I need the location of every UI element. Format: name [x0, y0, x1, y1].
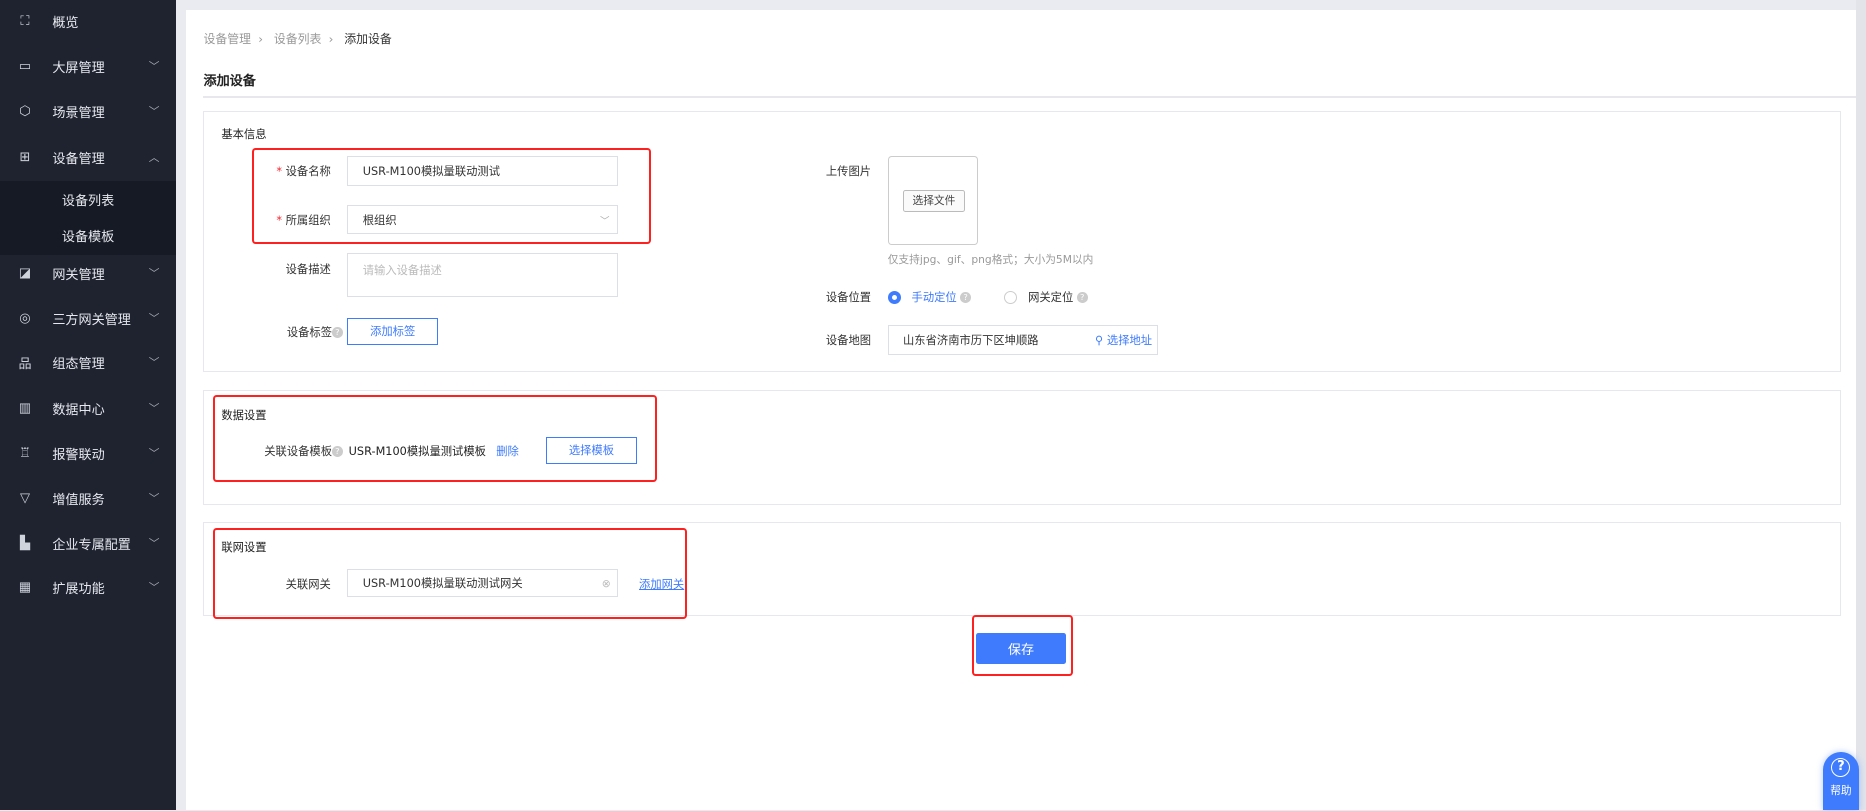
sidebar-item-label: 三方网关管理 — [52, 313, 131, 329]
sidebar-item-value-added[interactable]: ▽ 增值服务 ﹀ — [0, 481, 176, 517]
chevron-down-icon: ﹀ — [148, 356, 160, 370]
add-tag-button[interactable]: 添加标签 — [347, 317, 438, 346]
annotation-box — [972, 615, 1074, 676]
gateway-icon: ◪ — [18, 266, 32, 282]
sidebar-item-third-party-gateway[interactable]: ◎ 三方网关管理 ﹀ — [0, 301, 176, 337]
enterprise-icon: ▙ — [19, 536, 31, 552]
question-icon: ? — [1831, 758, 1851, 778]
radio-gateway[interactable] — [1004, 290, 1018, 304]
device-icon: ⊞ — [19, 149, 31, 165]
map-label: 设备地图 — [825, 334, 872, 347]
breadcrumb-current: 添加设备 — [344, 31, 392, 46]
sidebar-item-label: 数据中心 — [52, 402, 105, 418]
sidebar: ⛶ 概览 ▭ 大屏管理 ﹀ ⬡ 场景管理 ﹀ ⊞ 设备管理 ︿ ◪ 网关管理 ﹀ ◎ 三方网关管理 ﹀ 品 组态管理… — [0, 0, 177, 811]
radio-manual-label[interactable]: 手动定位 — [912, 289, 957, 305]
choose-file-button[interactable]: 选择文件 — [903, 190, 965, 212]
sidebar-item-configuration[interactable]: 品 组态管理 ﹀ — [0, 345, 176, 381]
screen-icon: ▭ — [18, 59, 32, 75]
sidebar-item-label: 概览 — [52, 15, 79, 31]
third-party-gateway-icon: ◎ — [19, 311, 31, 327]
help-icon[interactable]: ? — [1076, 291, 1088, 303]
location-radio-group: 手动定位 ? 网关定位 ? — [887, 289, 1088, 305]
radio-gateway-label[interactable]: 网关定位 — [1028, 289, 1073, 305]
sidebar-subitem-device-template[interactable]: 设备模板 — [62, 226, 114, 245]
map-address-input[interactable]: 山东省济南市历下区坤顺路 ⚲ 选择地址 — [887, 324, 1158, 355]
upload-hint: 仅支持jpg、gif、png格式；大小为5M以内 — [887, 253, 1094, 267]
chevron-down-icon: ﹀ — [148, 492, 160, 506]
help-label: 帮助 — [1830, 783, 1852, 797]
sidebar-item-data-center[interactable]: ▥ 数据中心 ﹀ — [0, 390, 176, 426]
choose-address-button[interactable]: ⚲ 选择地址 — [1095, 332, 1152, 348]
chevron-down-icon: ﹀ — [148, 267, 160, 281]
annotation-box — [252, 147, 651, 244]
breadcrumb-device-management[interactable]: 设备管理 — [203, 32, 251, 46]
sidebar-item-alarm[interactable]: ♖ 报警联动 ﹀ — [0, 436, 176, 472]
sidebar-item-label: 扩展功能 — [52, 582, 105, 598]
description-textarea[interactable]: 请输入设备描述 — [347, 253, 618, 298]
radio-manual[interactable] — [887, 290, 901, 304]
help-icon[interactable]: ? — [332, 327, 343, 339]
location-pin-icon: ⚲ — [1095, 333, 1104, 347]
sidebar-item-label: 组态管理 — [52, 357, 105, 373]
description-label: 设备描述 — [285, 262, 331, 276]
sidebar-item-enterprise[interactable]: ▙ 企业专属配置 ﹀ — [0, 526, 176, 562]
sidebar-item-screen[interactable]: ▭ 大屏管理 ﹀ — [0, 49, 176, 85]
tag-label: 设备标签? — [238, 324, 343, 340]
chevron-down-icon: ﹀ — [148, 446, 160, 460]
extension-icon: ▦ — [18, 580, 32, 596]
chevron-down-icon: ﹀ — [148, 105, 160, 119]
configuration-icon: 品 — [18, 357, 32, 373]
chevron-up-icon: ︿ — [148, 150, 160, 164]
upload-box[interactable]: 选择文件 — [887, 155, 979, 246]
divider — [203, 96, 1857, 98]
breadcrumb-device-list[interactable]: 设备列表 — [274, 32, 322, 46]
chevron-down-icon: ﹀ — [148, 60, 160, 74]
sidebar-item-extension[interactable]: ▦ 扩展功能 ﹀ — [0, 570, 176, 606]
sidebar-item-gateway[interactable]: ◪ 网关管理 ﹀ — [0, 256, 176, 292]
help-button[interactable]: ? 帮助 — [1823, 752, 1859, 811]
sidebar-item-device[interactable]: ⊞ 设备管理 ︿ — [0, 139, 176, 175]
sidebar-item-label: 报警联动 — [52, 447, 105, 463]
breadcrumb: 设备管理 › 设备列表 › 添加设备 — [203, 31, 392, 46]
section-title: 基本信息 — [221, 128, 267, 142]
annotation-box — [213, 395, 657, 482]
chevron-down-icon: ﹀ — [148, 312, 160, 326]
sidebar-item-label: 场景管理 — [52, 106, 105, 122]
sidebar-item-label: 大屏管理 — [52, 61, 105, 77]
submenu: 设备列表 设备模板 — [0, 180, 177, 255]
sidebar-item-scene[interactable]: ⬡ 场景管理 ﹀ — [0, 94, 176, 130]
data-center-icon: ▥ — [18, 400, 32, 416]
overview-icon: ⛶ — [20, 13, 30, 29]
alarm-icon: ♖ — [19, 445, 31, 461]
annotation-box — [213, 528, 687, 619]
help-icon[interactable]: ? — [960, 291, 971, 303]
sidebar-subitem-device-list[interactable]: 设备列表 — [62, 190, 114, 209]
chevron-down-icon: ﹀ — [148, 401, 160, 415]
value-added-icon: ▽ — [19, 491, 31, 507]
sidebar-item-label: 企业专属配置 — [52, 538, 131, 554]
sidebar-item-overview[interactable]: ⛶ 概览 — [0, 4, 176, 40]
location-label: 设备位置 — [825, 291, 872, 305]
page-title: 添加设备 — [203, 74, 256, 90]
scrollbar[interactable] — [1856, 0, 1866, 811]
sidebar-item-label: 增值服务 — [52, 493, 105, 509]
chevron-down-icon: ﹀ — [148, 581, 160, 595]
upload-label: 上传图片 — [825, 165, 872, 179]
sidebar-item-label: 网关管理 — [52, 268, 105, 284]
chevron-down-icon: ﹀ — [148, 537, 160, 551]
sidebar-item-label: 设备管理 — [52, 151, 105, 167]
scene-icon: ⬡ — [19, 104, 31, 120]
